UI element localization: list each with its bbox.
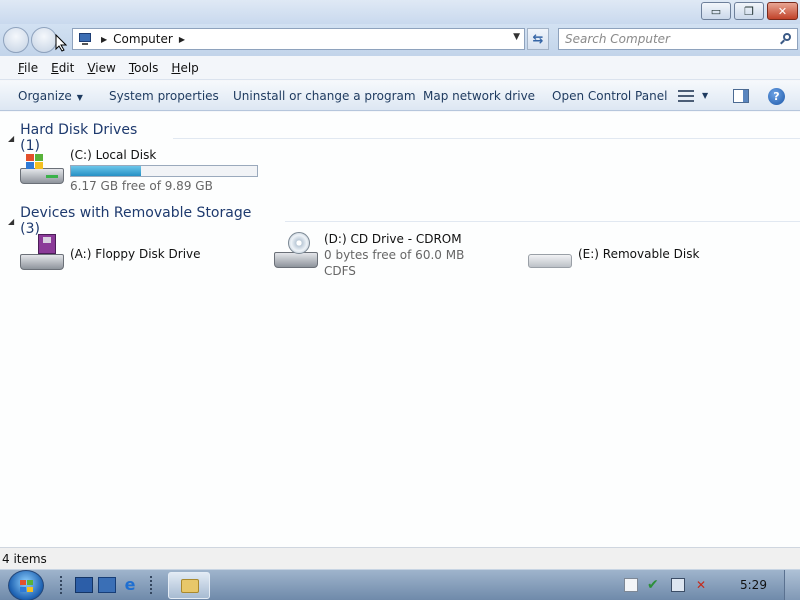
show-desktop-button[interactable] [784,570,800,600]
menu-tools[interactable]: Tools [123,61,165,75]
map-network-drive-button[interactable]: Map network drive [423,89,535,103]
divider [285,220,800,222]
windows-logo-icon [20,580,34,593]
menu-file[interactable]: File [12,61,44,75]
command-bar: Organize ▼ System properties Uninstall or… [0,81,800,111]
navigation-bar: ▶ Computer ▶ ▼ ⇆ [0,24,800,56]
group-title: Devices with Removable Storage (3) [20,205,252,237]
open-control-panel-button[interactable]: Open Control Panel [552,89,667,103]
forward-button[interactable] [31,27,57,53]
content-area: ◢ Hard Disk Drives (1) (C:) Local Disk 6… [0,112,800,547]
drive-item-d[interactable]: (D:) CD Drive - CDROM 0 bytes free of 60… [270,232,464,278]
refresh-icon: ⇆ [532,31,544,47]
volume-muted-icon[interactable]: ✕ [696,578,710,592]
preview-pane-icon[interactable] [733,89,749,103]
search-input[interactable] [565,32,775,46]
taskbar: e ✔ ✕ 5:29 [0,569,800,600]
refresh-button[interactable]: ⇆ [527,28,549,50]
close-icon: ✕ [777,4,788,18]
floppy-drive-icon [16,234,66,274]
computer-icon [77,32,95,46]
divider [172,137,800,139]
close-button[interactable]: ✕ [767,2,798,20]
item-count: 4 items [2,552,47,566]
drive-name: (E:) Removable Disk [578,247,700,261]
switch-windows-icon[interactable] [98,577,116,593]
search-icon[interactable] [780,33,791,45]
drive-name: (A:) Floppy Disk Drive [70,247,201,261]
breadcrumb-arrow-icon[interactable]: ▶ [101,35,107,44]
clock[interactable]: 5:29 [740,578,767,592]
taskbar-explorer-button[interactable] [168,572,210,599]
drive-item-e[interactable]: (E:) Removable Disk [524,234,699,274]
start-button[interactable] [8,570,44,600]
organize-button[interactable]: Organize ▼ [18,89,83,103]
network-icon[interactable] [671,578,685,592]
toolbar-grip[interactable] [60,576,64,594]
chevron-down-icon[interactable]: ▼ [702,91,708,100]
collapse-triangle-icon[interactable]: ◢ [8,217,14,226]
cd-drive-icon [270,232,320,272]
maximize-icon: ❐ [744,4,754,18]
document-icon[interactable] [624,578,638,592]
menu-help[interactable]: Help [165,61,204,75]
title-bar: ▭ ❐ ✕ [0,0,800,24]
collapse-triangle-icon[interactable]: ◢ [8,134,14,143]
menu-bar: File Edit View Tools Help [0,56,800,80]
drive-item-c[interactable]: (C:) Local Disk 6.17 GB free of 9.89 GB [16,148,258,193]
chevron-down-icon: ▼ [76,93,83,102]
organize-label: Organize [18,89,72,103]
status-bar: 4 items [0,547,800,569]
menu-edit[interactable]: Edit [45,61,80,75]
help-icon[interactable]: ? [768,88,785,105]
drive-free-space: 6.17 GB free of 9.89 GB [70,179,213,193]
breadcrumb-arrow-icon[interactable]: ▶ [179,35,185,44]
views-icon[interactable] [678,89,694,103]
folder-icon [181,579,199,593]
removable-disk-icon [524,234,574,274]
system-properties-button[interactable]: System properties [109,89,219,103]
drive-free-space: 0 bytes free of 60.0 MB [324,248,465,262]
internet-explorer-icon[interactable]: e [121,577,139,593]
toolbar-grip[interactable] [150,576,154,594]
action-center-icon[interactable]: ✔ [647,578,661,592]
show-desktop-icon[interactable] [75,577,93,593]
drive-name: (C:) Local Disk [70,148,157,162]
uninstall-program-button[interactable]: Uninstall or change a program [233,89,416,103]
menu-view[interactable]: View [81,61,121,75]
drive-name: (D:) CD Drive - CDROM [324,232,462,246]
drive-item-a[interactable]: (A:) Floppy Disk Drive [16,234,201,274]
minimize-icon: ▭ [710,4,722,18]
breadcrumb-computer[interactable]: Computer [113,32,173,46]
chevron-down-icon[interactable]: ▼ [513,32,520,42]
mouse-cursor-icon [55,34,67,52]
disk-usage-bar [70,165,258,177]
drive-filesystem: CDFS [324,264,356,278]
minimize-button[interactable]: ▭ [701,2,731,20]
back-button[interactable] [3,27,29,53]
address-bar[interactable]: ▶ Computer ▶ ▼ [72,28,525,50]
hard-disk-windows-icon [16,148,66,188]
maximize-button[interactable]: ❐ [734,2,764,20]
search-box[interactable] [558,28,798,50]
disk-usage-fill [71,166,141,176]
